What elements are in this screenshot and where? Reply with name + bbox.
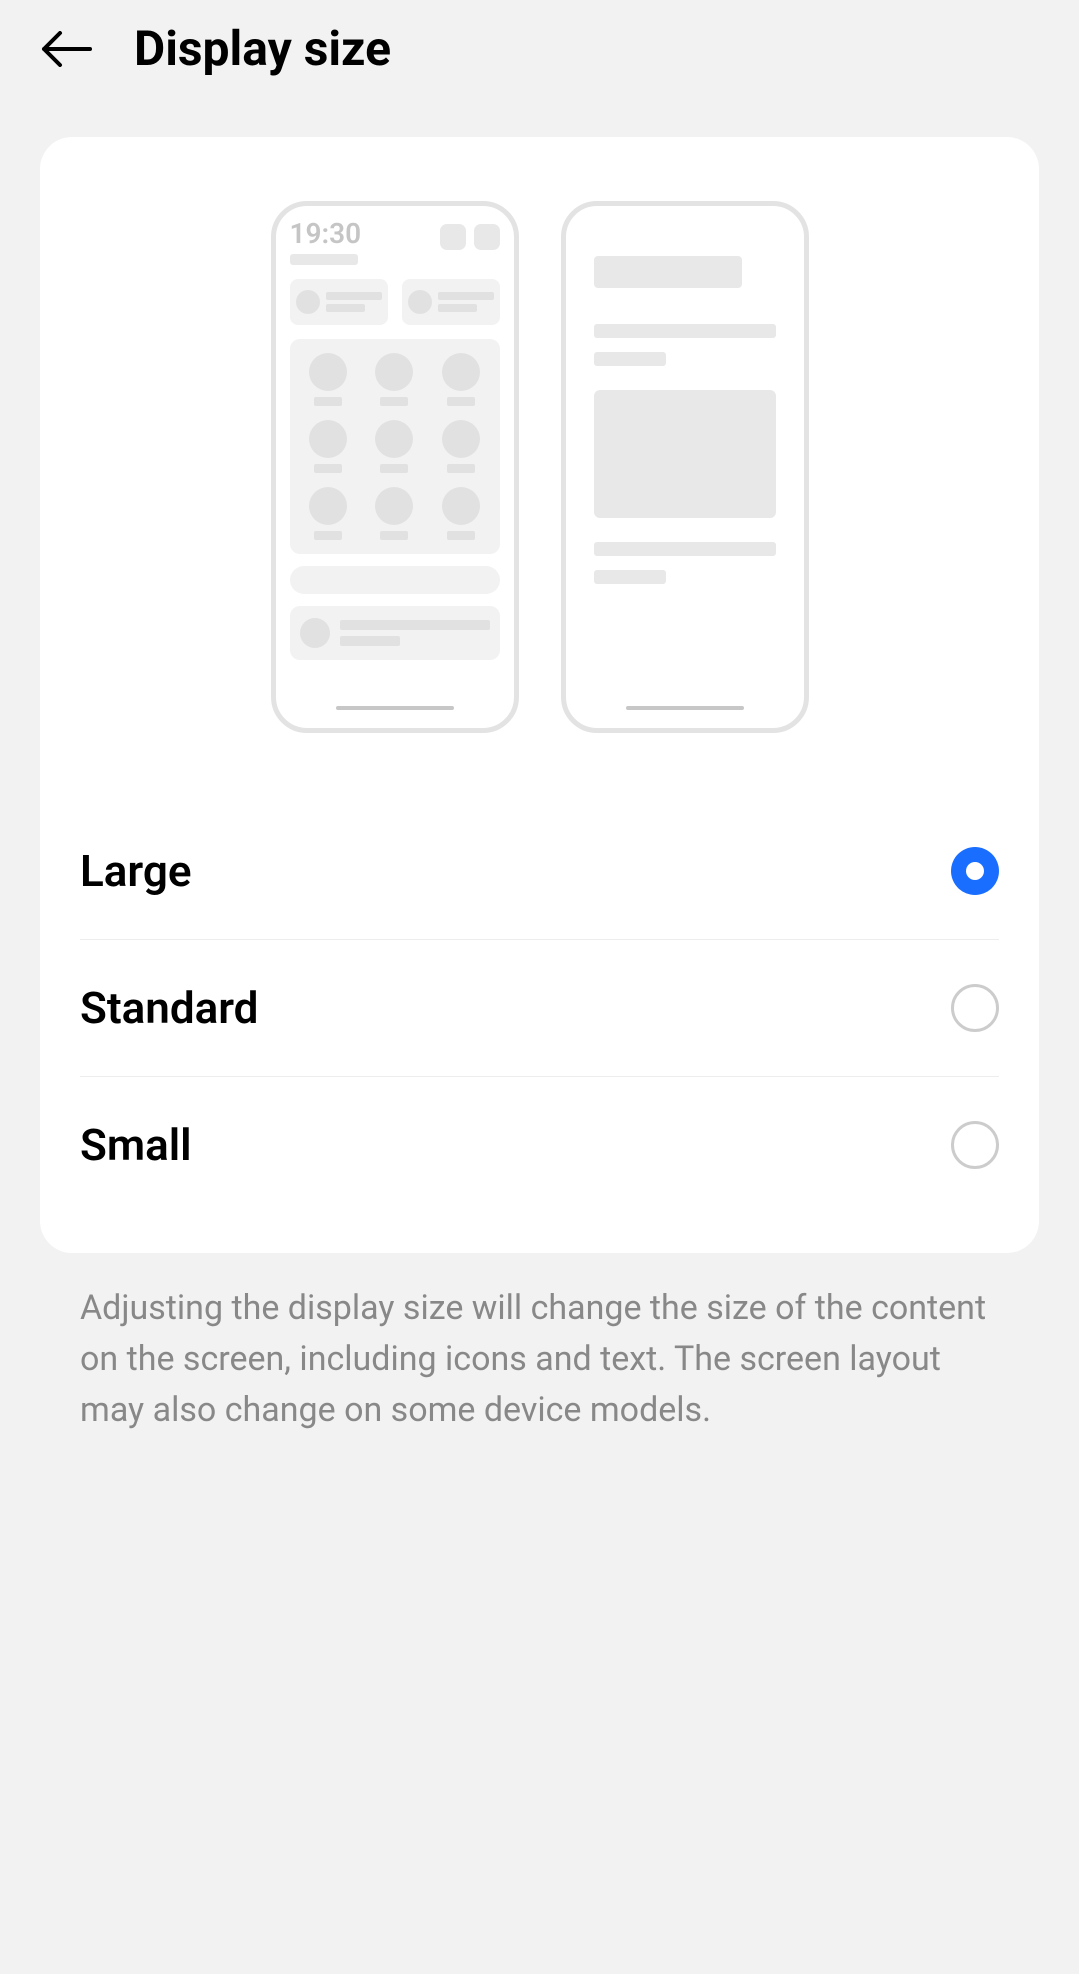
option-large[interactable]: Large: [80, 803, 999, 940]
display-size-options: Large Standard Small: [40, 803, 1039, 1213]
option-label: Small: [80, 1119, 192, 1171]
radio-selected-icon: [951, 847, 999, 895]
option-standard[interactable]: Standard: [80, 940, 999, 1077]
radio-unselected-icon: [951, 1121, 999, 1169]
phone-preview-content: [561, 201, 809, 733]
preview-area: 19:30: [40, 201, 1039, 733]
preview-time: 19:30: [290, 220, 362, 248]
header: Display size: [0, 0, 1079, 97]
back-button[interactable]: [40, 23, 92, 75]
phone-preview-home: 19:30: [271, 201, 519, 733]
page-title: Display size: [134, 20, 391, 77]
settings-card: 19:30: [40, 137, 1039, 1253]
option-label: Large: [80, 845, 192, 897]
arrow-left-icon: [40, 31, 92, 67]
description-text: Adjusting the display size will change t…: [0, 1253, 1079, 1436]
option-small[interactable]: Small: [80, 1077, 999, 1213]
option-label: Standard: [80, 982, 258, 1034]
radio-unselected-icon: [951, 984, 999, 1032]
